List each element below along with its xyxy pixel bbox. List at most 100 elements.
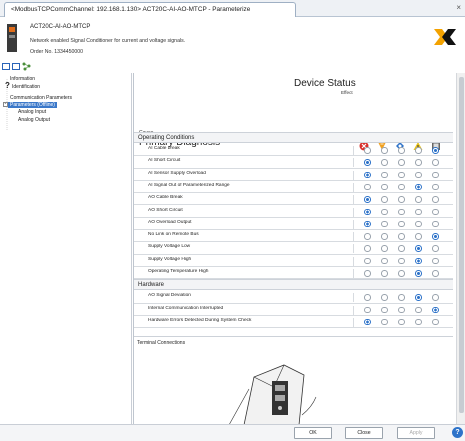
scrollbar-thumb[interactable] (459, 77, 464, 413)
effect-radio[interactable] (432, 183, 439, 191)
ok-button[interactable]: OK (294, 427, 332, 439)
effect-radio[interactable] (381, 208, 388, 215)
effect-radio[interactable] (415, 171, 422, 179)
effect-radio[interactable] (364, 294, 371, 301)
effect-radio[interactable] (432, 220, 439, 228)
effect-radio[interactable] (398, 318, 405, 326)
effect-radio[interactable] (364, 196, 371, 203)
close-button[interactable]: Close (345, 427, 383, 439)
diagnosis-row: AO Short Circuit (134, 206, 453, 218)
collapse-view-icon[interactable] (12, 63, 20, 70)
effect-radio[interactable] (432, 270, 439, 277)
diagnosis-row: AI Cable break (134, 144, 453, 157)
effect-radio[interactable] (415, 220, 422, 228)
effect-radio[interactable] (432, 208, 439, 215)
effect-radio[interactable] (415, 318, 422, 326)
effect-radio[interactable] (415, 208, 422, 215)
effect-radio[interactable] (415, 147, 422, 154)
effect-radio[interactable] (381, 233, 388, 240)
device-status-panel: Device Status Effect Cause Primary Diagn… (133, 73, 453, 424)
effect-radio[interactable] (432, 306, 439, 314)
effect-radio[interactable] (415, 183, 422, 191)
effect-radio[interactable] (364, 171, 371, 179)
document-tab[interactable]: <ModbusTCPCommChannel: 192.168.1.130> AC… (4, 2, 296, 17)
diagnosis-row: Supply Voltage High (134, 255, 453, 267)
effect-radio[interactable] (364, 257, 371, 265)
effect-radio[interactable] (381, 183, 388, 191)
network-icon[interactable] (22, 62, 31, 71)
tree-item-identification[interactable]: Identification (10, 84, 42, 90)
effect-radio[interactable] (364, 318, 371, 326)
effect-radio[interactable] (415, 306, 422, 314)
expand-view-icon[interactable] (2, 63, 10, 70)
tab-title: <ModbusTCPCommChannel: 192.168.1.130> AC… (11, 6, 251, 13)
effect-radio[interactable] (364, 147, 371, 154)
effect-radio[interactable] (415, 159, 422, 166)
effect-radio[interactable] (381, 147, 388, 154)
effect-radio[interactable] (364, 233, 371, 240)
effect-radio[interactable] (432, 147, 439, 154)
effect-radio[interactable] (381, 257, 388, 265)
effect-radio[interactable] (432, 257, 439, 265)
effect-radio[interactable] (381, 318, 388, 326)
effect-radio[interactable] (381, 245, 388, 252)
tree-item-information[interactable]: Information (8, 76, 37, 82)
apply-button[interactable]: Apply (397, 427, 435, 439)
diagnosis-row-label: AI Short Circuit (148, 158, 354, 168)
effect-radio[interactable] (415, 196, 422, 203)
effect-radio[interactable] (415, 245, 422, 252)
effect-radio[interactable] (398, 171, 405, 179)
effect-radio[interactable] (432, 196, 439, 203)
effect-radio[interactable] (398, 208, 405, 215)
diagnosis-row-label: Supply Voltage High (148, 256, 354, 266)
effect-radio[interactable] (381, 270, 388, 277)
tree-item-analog-input[interactable]: Analog Input (16, 109, 48, 115)
effect-radio[interactable] (398, 220, 405, 228)
effect-radio[interactable] (381, 306, 388, 314)
effect-radio[interactable] (364, 270, 371, 277)
effect-radio[interactable] (364, 306, 371, 314)
effect-radio[interactable] (398, 294, 405, 301)
effect-radio[interactable] (398, 147, 405, 154)
close-tab-icon[interactable]: × (456, 3, 461, 12)
diagnosis-row-label: AI Sensor Supply Overload (148, 170, 354, 180)
effect-radio[interactable] (398, 245, 405, 252)
tree-item-communication-parameters[interactable]: Communication Parameters (8, 95, 74, 101)
effect-radio[interactable] (398, 183, 405, 191)
tree-item-parameters[interactable]: Parameters (Offline) (8, 102, 57, 108)
effect-radio[interactable] (381, 294, 388, 301)
effect-radio[interactable] (415, 270, 422, 277)
effect-radio[interactable] (381, 159, 388, 166)
effect-radio[interactable] (381, 171, 388, 179)
effect-radio[interactable] (398, 159, 405, 166)
diagnosis-row: AI Sensor Supply Overload (134, 169, 453, 181)
effect-radio[interactable] (398, 257, 405, 265)
effect-radio[interactable] (432, 233, 439, 240)
effect-radio[interactable] (398, 306, 405, 314)
effect-radio[interactable] (364, 245, 371, 252)
effect-radio[interactable] (381, 196, 388, 203)
effect-radio[interactable] (415, 233, 422, 240)
effect-radio[interactable] (398, 270, 405, 277)
effect-radio[interactable] (432, 159, 439, 166)
effect-radio[interactable] (364, 159, 371, 166)
vertical-scrollbar[interactable] (456, 73, 465, 424)
effect-radio[interactable] (432, 171, 439, 179)
help-icon[interactable]: ? (452, 427, 463, 438)
effect-radio[interactable] (415, 257, 422, 265)
effect-radio[interactable] (398, 233, 405, 240)
effect-radio[interactable] (364, 208, 371, 215)
effect-radio[interactable] (432, 245, 439, 252)
effect-radio[interactable] (381, 220, 388, 228)
effect-radio[interactable] (398, 196, 405, 203)
effect-radio[interactable] (364, 220, 371, 228)
diagnosis-row-label: Internal Communication Interrupted (148, 305, 354, 315)
effect-radio[interactable] (364, 183, 371, 191)
button-bar (0, 424, 465, 441)
effect-radio[interactable] (415, 294, 422, 301)
effect-radio[interactable] (432, 318, 439, 326)
diagnosis-row: AI Signal Out of Parameterized Range (134, 181, 453, 194)
effect-radio[interactable] (432, 294, 439, 301)
device-description: Network enabled Signal Conditioner for c… (30, 38, 186, 44)
tree-item-analog-output[interactable]: Analog Output (16, 117, 52, 123)
